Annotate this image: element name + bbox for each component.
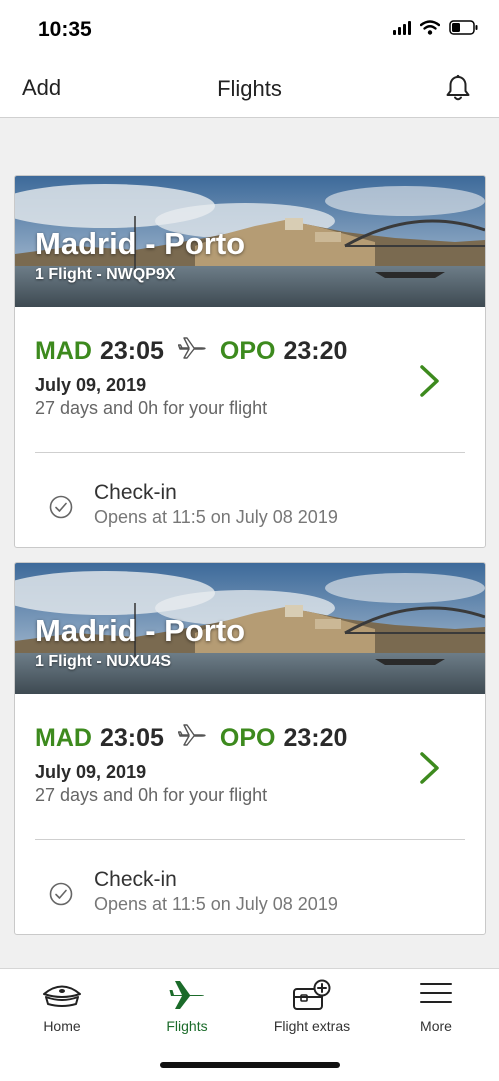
destination-code: OPO — [219, 724, 276, 752]
booking-card[interactable]: Madrid - Porto 1 Flight - NWQP9X MAD 23:… — [14, 175, 486, 548]
booking-subtitle: 1 Flight - NWQP9X — [35, 266, 176, 283]
arrival-time: 23:20 — [283, 724, 348, 752]
divider — [35, 452, 465, 453]
chevron-right-icon[interactable] — [419, 751, 441, 790]
flight-route: MAD 23:05 OPO 23:20 — [35, 336, 347, 367]
booking-card[interactable]: Madrid - Porto 1 Flight - NUXU4S MAD 23:… — [14, 562, 486, 935]
tab-flights[interactable]: Flights — [125, 969, 249, 1049]
tab-label: Flight extras — [273, 1018, 351, 1034]
status-time: 10:35 — [38, 18, 92, 41]
destination-code: OPO — [219, 337, 276, 365]
status-icons — [393, 19, 479, 35]
destination-image: Madrid - Porto 1 Flight - NUXU4S — [15, 563, 485, 694]
origin-code: MAD — [35, 724, 92, 752]
flight-date: July 09, 2019 — [35, 375, 147, 395]
tab-label: Home — [43, 1018, 81, 1034]
page-title: Flights — [217, 76, 282, 101]
flight-route: MAD 23:05 OPO 23:20 — [35, 723, 347, 754]
destination-image: Madrid - Porto 1 Flight - NWQP9X — [15, 176, 485, 307]
route-title: Madrid - Porto — [35, 226, 246, 261]
departure-time: 23:05 — [99, 337, 164, 365]
checkin-title[interactable]: Check-in — [94, 481, 177, 505]
flight-countdown: 27 days and 0h for your flight — [35, 785, 268, 805]
flight-countdown: 27 days and 0h for your flight — [35, 398, 268, 418]
checkin-title[interactable]: Check-in — [94, 868, 177, 892]
bell-icon[interactable] — [445, 74, 471, 107]
wifi-icon — [420, 19, 440, 35]
tab-more[interactable]: More — [374, 969, 498, 1049]
battery-icon — [449, 19, 478, 35]
captain-hat-icon — [0, 979, 124, 1011]
arrival-time: 23:20 — [283, 337, 348, 365]
route-title: Madrid - Porto — [35, 613, 246, 648]
departure-time: 23:05 — [99, 724, 164, 752]
checkin-subtitle: Opens at 11:5 on July 08 2019 — [94, 894, 338, 914]
booking-subtitle: 1 Flight - NUXU4S — [35, 653, 172, 670]
luggage-plus-icon — [250, 979, 374, 1013]
check-circle-icon — [49, 882, 73, 911]
home-indicator[interactable] — [160, 1062, 340, 1068]
menu-icon — [374, 979, 498, 1007]
airplane-icon — [177, 336, 206, 367]
signal-icon — [393, 19, 411, 35]
check-circle-icon — [49, 495, 73, 524]
airplane-icon — [125, 979, 249, 1011]
status-bar: 10:35 — [0, 0, 499, 62]
airplane-icon — [177, 723, 206, 754]
checkin-subtitle: Opens at 11:5 on July 08 2019 — [94, 507, 338, 527]
divider — [35, 839, 465, 840]
origin-code: MAD — [35, 337, 92, 365]
chevron-right-icon[interactable] — [419, 364, 441, 403]
nav-bar: Add Flights — [0, 62, 499, 118]
flight-date: July 09, 2019 — [35, 762, 147, 782]
tab-label: More — [420, 1018, 452, 1034]
tab-home[interactable]: Home — [0, 969, 124, 1049]
tab-label: Flights — [166, 1018, 208, 1034]
tab-flight-extras[interactable]: Flight extras — [250, 969, 374, 1049]
